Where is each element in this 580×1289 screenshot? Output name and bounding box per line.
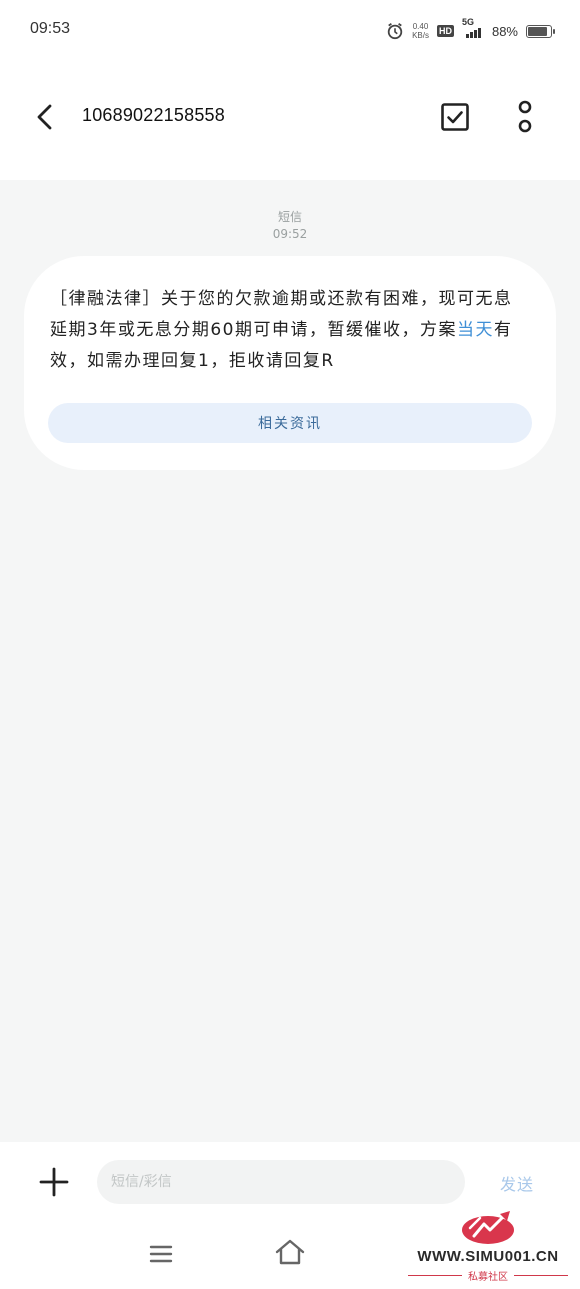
network-speed-unit: KB/s bbox=[412, 31, 429, 40]
message-type-label: 短信 bbox=[277, 210, 302, 224]
battery-icon bbox=[526, 24, 555, 38]
plus-icon bbox=[39, 1167, 69, 1197]
network-speed-value: 0.40 bbox=[412, 22, 429, 31]
status-icons: 0.40 KB/s HD 5G 88% bbox=[386, 17, 555, 44]
battery-percent: 88% bbox=[491, 23, 518, 39]
back-button[interactable] bbox=[30, 102, 60, 132]
message-bubble[interactable]: ［律融法律］关于您的欠款逾期或还款有困难，现可无息延期3年或无息分期60期可申请… bbox=[24, 256, 556, 470]
select-checkbox-icon bbox=[441, 103, 469, 131]
status-bar: 09:53 0.40 KB/s HD 5G 88% bbox=[0, 0, 580, 62]
watermark-url: WWW.SIMU001.CN bbox=[417, 1248, 559, 1265]
menu-icon bbox=[149, 1245, 173, 1263]
message-thread[interactable]: 短信 09:52 ［律融法律］关于您的欠款逾期或还款有困难，现可无息延期3年或无… bbox=[0, 180, 580, 1142]
network-speed: 0.40 KB/s bbox=[412, 22, 429, 40]
watermark-subtitle: 私募社区 bbox=[402, 1268, 574, 1283]
hd-badge: HD bbox=[436, 25, 454, 37]
contact-number: 10689022158558 bbox=[82, 105, 225, 125]
message-date-link[interactable]: 当天 bbox=[457, 320, 494, 340]
alarm-clock-icon bbox=[387, 23, 403, 40]
add-attachment-button[interactable] bbox=[38, 1166, 70, 1198]
select-messages-button[interactable] bbox=[440, 102, 470, 132]
nav-menu-button[interactable] bbox=[149, 1244, 173, 1264]
related-info-button[interactable]: 相关资讯 bbox=[48, 403, 532, 443]
signal-strength-icon: 5G bbox=[462, 17, 484, 38]
network-type-label: 5G bbox=[461, 17, 474, 27]
message-text-part: ［律融法律］关于您的欠款逾期或还款有困难，现可无息延期3年或无息分期60期可申请… bbox=[50, 289, 513, 340]
more-options-button[interactable] bbox=[510, 98, 540, 136]
battery-fill bbox=[528, 26, 548, 36]
home-icon bbox=[275, 1239, 305, 1265]
watermark: WWW.SIMU001.CN 私募社区 bbox=[402, 1208, 574, 1283]
message-text: ［律融法律］关于您的欠款逾期或还款有困难，现可无息延期3年或无息分期60期可申请… bbox=[50, 284, 528, 377]
nav-home-button[interactable] bbox=[274, 1238, 306, 1266]
conversation-header: 10689022158558 bbox=[0, 62, 580, 180]
watermark-logo-icon bbox=[462, 1211, 514, 1244]
back-arrow-icon bbox=[37, 104, 52, 130]
more-vertical-icon bbox=[518, 100, 532, 133]
status-time: 09:53 bbox=[30, 20, 71, 37]
message-input[interactable] bbox=[97, 1160, 465, 1204]
message-timestamp: 09:52 bbox=[272, 227, 308, 241]
send-button[interactable]: 发送 bbox=[500, 1171, 534, 1195]
